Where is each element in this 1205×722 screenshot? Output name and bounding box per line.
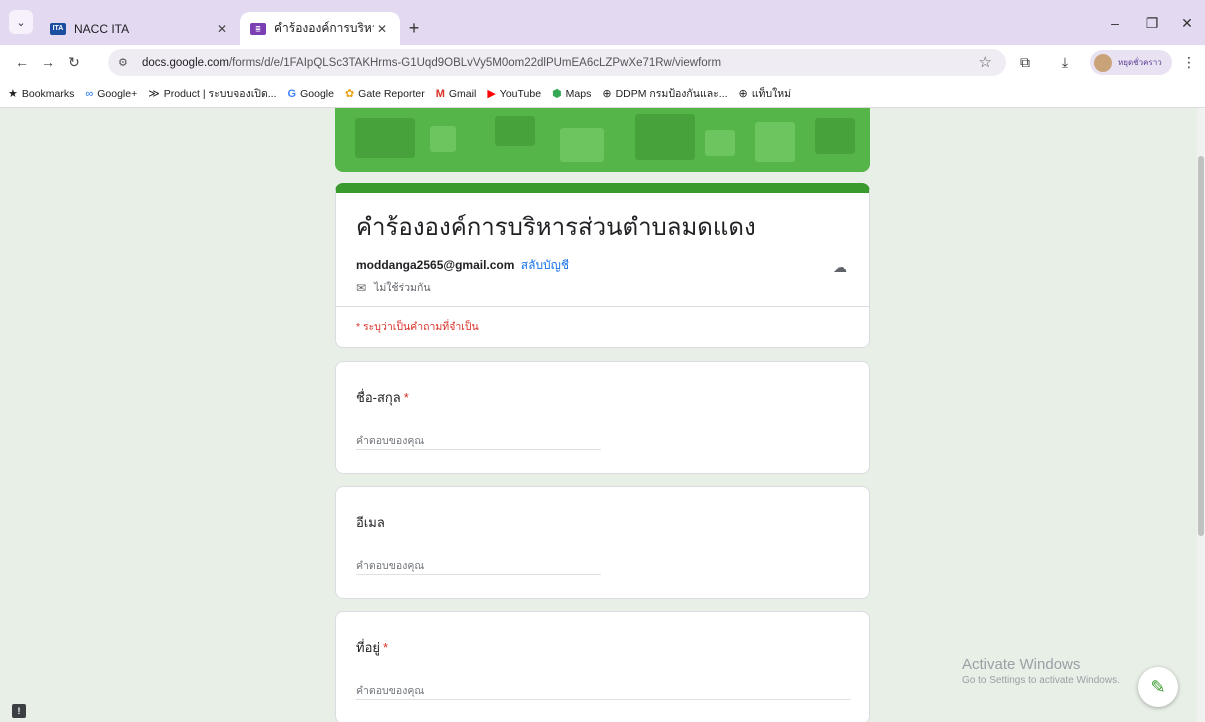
bookmark-item[interactable]: G Google [288, 88, 334, 100]
question-label: ที่อยู่ * [356, 640, 389, 655]
bookmark-item[interactable]: ✿ Gate Reporter [344, 87, 425, 101]
tab-nacc-ita[interactable]: ITA NACC ITA ✕ [40, 12, 240, 45]
required-note: * ระบุว่าเป็นคำถามที่จำเป็น [356, 321, 479, 333]
tab-title: คำร้ององค์การบริหารส่วนตำบลมดแดง [274, 21, 374, 35]
avatar [1094, 53, 1112, 72]
form-header-banner [335, 108, 870, 172]
account-row: moddanga2565@gmail.com สลับบัญชี [356, 256, 569, 275]
url-text: docs.google.com/forms/d/e/1FAIpQLSc3TAKH… [142, 56, 722, 69]
tab-close-icon[interactable]: ✕ [374, 22, 390, 36]
forward-arrow-icon[interactable]: → [36, 50, 60, 74]
feedback-icon[interactable]: ! [12, 704, 26, 718]
bookmark-item[interactable]: ★ Bookmarks [8, 87, 74, 101]
banner-shape [355, 118, 415, 158]
bookmark-item[interactable]: M Gmail [436, 88, 477, 100]
star-icon: ★ [8, 88, 18, 100]
maps-icon: ⬢ [552, 88, 562, 100]
globe-icon: ⊕ [602, 88, 612, 100]
bookmark-star-icon[interactable]: ☆ [979, 53, 992, 71]
bookmarks-bar: ★ Bookmarks ∞ Google+ ≫ Product | ระบบจองเป… [0, 80, 1205, 108]
gmail-icon: M [435, 87, 445, 100]
required-asterisk: * [383, 640, 389, 655]
youtube-icon: ▶ [487, 88, 496, 100]
close-window-icon[interactable]: ✕ [1172, 12, 1202, 34]
name-input[interactable]: คำตอบของคุณ [356, 430, 601, 450]
banner-shape [635, 114, 695, 160]
email-input[interactable]: คำตอบของคุณ [356, 555, 601, 575]
menu-kebab-icon[interactable]: ⋮ [1178, 51, 1200, 73]
not-shared-row: ✉ ไม่ใช้ร่วมกัน [356, 279, 431, 296]
ita-favicon-icon: ITA [50, 22, 66, 35]
question-card-address: ที่อยู่ * คำตอบของคุณ [335, 611, 870, 722]
activate-windows-watermark: Activate Windows Go to Settings to activ… [962, 656, 1120, 686]
required-asterisk: * [403, 390, 409, 405]
question-label: อีเมล [356, 515, 385, 530]
not-shared-label: ไม่ใช้ร่วมกัน [374, 282, 431, 294]
restore-icon[interactable]: ❐ [1137, 12, 1167, 34]
cloud-save-icon: ☁ [833, 259, 847, 275]
profile-name: หยุดชั่วคราว [1118, 58, 1162, 67]
not-shared-icon: ✉ [356, 280, 367, 295]
banner-shape [815, 118, 855, 154]
bookmark-item[interactable]: ⬢ Maps [552, 87, 591, 101]
page-content: คำร้ององค์การบริหารส่วนตำบลมดแดง moddang… [0, 108, 1197, 722]
product-icon: ≫ [148, 88, 160, 100]
address-bar[interactable]: ⚙ docs.google.com/forms/d/e/1FAIpQLSc3TA… [108, 49, 1006, 76]
question-card-name: ชื่อ-สกุล * คำตอบของคุณ [335, 361, 870, 474]
bookmark-item[interactable]: ⊕ DDPM กรมป้องกันและ... [602, 85, 727, 102]
minimize-icon[interactable]: – [1100, 12, 1130, 34]
bookmark-item[interactable]: ▶ YouTube [487, 87, 541, 101]
reload-icon[interactable]: ↻ [62, 50, 86, 74]
address-input[interactable]: คำตอบของคุณ [356, 680, 851, 700]
banner-shape [705, 130, 735, 156]
download-icon[interactable]: ⤓ [1054, 51, 1076, 73]
form-title: คำร้ององค์การบริหารส่วนตำบลมดแดง [356, 214, 756, 241]
bookmark-item[interactable]: ≫ Product | ระบบจองเปิด... [148, 85, 276, 102]
banner-shape [755, 122, 795, 162]
back-arrow-icon[interactable]: ← [10, 50, 34, 74]
scrollbar-thumb[interactable] [1198, 156, 1204, 536]
divider [336, 306, 869, 307]
tab-close-icon[interactable]: ✕ [214, 22, 230, 36]
account-email: moddanga2565@gmail.com [356, 258, 515, 272]
question-label: ชื่อ-สกุล * [356, 390, 409, 405]
scrollbar[interactable] [1197, 108, 1205, 722]
edit-pencil-icon[interactable]: ✎ [1138, 667, 1178, 707]
globe-icon: ⊕ [738, 88, 748, 100]
tab-title: NACC ITA [74, 21, 130, 36]
googleplus-icon: ∞ [85, 87, 94, 100]
extensions-icon[interactable]: ⧉ [1014, 51, 1036, 73]
site-info-icon[interactable]: ⚙ [118, 56, 138, 69]
form-title-card: คำร้ององค์การบริหารส่วนตำบลมดแดง moddang… [335, 183, 870, 348]
bookmark-item[interactable]: ∞ Google+ [85, 88, 137, 100]
banner-shape [495, 116, 535, 146]
banner-shape [560, 128, 604, 162]
tab-strip: ⌄ ITA NACC ITA ✕ ≣ คำร้ององค์การบริหารส่… [0, 0, 1205, 45]
browser-toolbar: ← → ↻ ⚙ docs.google.com/forms/d/e/1FAIpQ… [0, 45, 1205, 80]
switch-account-link[interactable]: สลับบัญชี [521, 258, 569, 272]
new-tab-plus-icon[interactable]: + [402, 16, 426, 40]
tab-form[interactable]: ≣ คำร้ององค์การบริหารส่วนตำบลมดแดง ✕ [240, 12, 400, 45]
question-card-email: อีเมล คำตอบของคุณ [335, 486, 870, 599]
profile-button[interactable]: หยุดชั่วคราว [1090, 50, 1172, 75]
watermark-line2: Go to Settings to activate Windows. [962, 675, 1120, 686]
gate-reporter-icon: ✿ [344, 88, 355, 100]
form-favicon-icon: ≣ [250, 22, 266, 35]
tab-search-chevron-icon[interactable]: ⌄ [9, 10, 33, 34]
watermark-line1: Activate Windows [962, 656, 1081, 673]
banner-shape [430, 126, 456, 152]
bookmark-item[interactable]: ⊕ แท็บใหม่ [739, 85, 792, 102]
google-icon: G [287, 87, 297, 100]
